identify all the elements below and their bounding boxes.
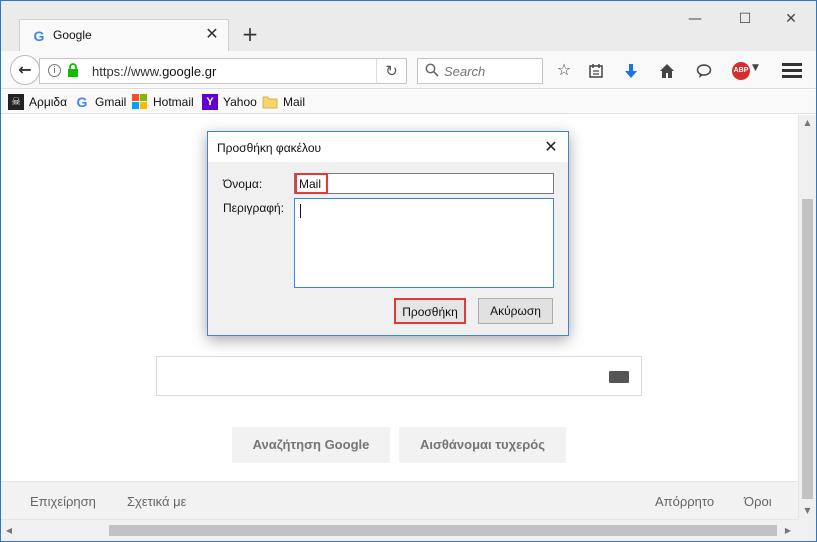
vertical-scroll-thumb[interactable] <box>802 199 813 499</box>
scroll-up-icon[interactable]: ▲ <box>799 115 816 131</box>
folder-icon <box>262 94 278 110</box>
browser-window: G Google ✕ + — ☐ ✕ i https://www.google.… <box>0 0 817 542</box>
scroll-right-icon[interactable]: ▶ <box>780 523 796 539</box>
name-label: Όνομα: <box>223 177 263 191</box>
keyboard-icon[interactable] <box>609 371 629 383</box>
adblock-dropdown-icon[interactable]: ▼ <box>752 63 759 73</box>
pirate-flag-icon: ☠ <box>8 94 24 110</box>
reload-icon[interactable]: ↻ <box>376 59 406 83</box>
hamburger-menu-icon[interactable] <box>782 61 802 79</box>
url-bar[interactable]: i https://www.google.gr ↻ <box>39 58 407 84</box>
feeling-lucky-button[interactable]: Αισθάνομαι τυχερός <box>399 427 566 463</box>
add-button[interactable]: Προσθήκη <box>394 298 466 324</box>
search-bar[interactable] <box>417 58 543 84</box>
vertical-scrollbar[interactable]: ▲ ▼ <box>798 115 816 519</box>
chat-bubble-icon[interactable] <box>693 60 715 82</box>
reading-list-icon[interactable] <box>585 60 607 82</box>
scrollbar-corner <box>798 519 816 541</box>
footer-link-about[interactable]: Σχετικά με <box>127 494 186 509</box>
home-icon[interactable] <box>656 60 678 82</box>
search-input[interactable] <box>444 62 538 80</box>
footer-link-business[interactable]: Επιχείρηση <box>30 494 96 509</box>
description-textarea[interactable] <box>294 198 554 288</box>
text-caret <box>300 204 301 218</box>
page-footer: Επιχείρηση Σχετικά με Απόρρητο Όροι <box>1 481 798 519</box>
horizontal-scroll-thumb[interactable] <box>109 525 777 536</box>
tab-google[interactable]: G Google ✕ <box>19 19 229 51</box>
bookmarks-bar: ☠ Αρμιδα G Gmail Hotmail Y Yahoo Mail <box>1 90 816 114</box>
description-label: Περιγραφή: <box>223 201 285 215</box>
tab-strip: G Google ✕ + — ☐ ✕ <box>1 1 816 51</box>
folder-name-input[interactable] <box>294 173 554 194</box>
bookmark-star-icon[interactable]: ☆ <box>553 60 575 82</box>
dialog-title: Προσθήκη φακέλου <box>217 141 322 155</box>
google-search-box[interactable] <box>156 356 642 396</box>
navigation-bar: i https://www.google.gr ↻ ← ☆ <box>1 51 816 89</box>
horizontal-scrollbar[interactable]: ◀ ▶ <box>1 519 798 541</box>
bookmark-armida[interactable]: ☠ Αρμιδα <box>8 94 67 110</box>
dialog-titlebar: Προσθήκη φακέλου ✕ <box>208 132 568 162</box>
tab-title: Google <box>53 28 92 42</box>
footer-link-terms[interactable]: Όροι <box>744 494 772 509</box>
footer-link-privacy[interactable]: Απόρρητο <box>655 494 714 509</box>
add-folder-dialog: Προσθήκη φακέλου ✕ Όνομα: Περιγραφή: Προ… <box>207 131 569 336</box>
download-icon[interactable] <box>620 60 642 82</box>
back-button[interactable]: ← <box>10 55 40 85</box>
bookmark-mail-folder[interactable]: Mail <box>262 94 305 110</box>
bookmark-hotmail[interactable]: Hotmail <box>132 94 194 110</box>
tab-close-icon[interactable]: ✕ <box>204 26 220 42</box>
cancel-button[interactable]: Ακύρωση <box>478 298 553 324</box>
dialog-close-icon[interactable]: ✕ <box>542 138 560 156</box>
google-search-button[interactable]: Αναζήτηση Google <box>232 427 390 463</box>
url-text[interactable]: https://www.google.gr <box>92 64 216 79</box>
search-icon <box>425 63 439 77</box>
lock-icon <box>68 63 78 77</box>
maximize-button[interactable]: ☐ <box>731 7 759 31</box>
window-close-button[interactable]: ✕ <box>777 7 805 31</box>
bookmark-yahoo[interactable]: Y Yahoo <box>202 94 257 110</box>
yahoo-y-icon: Y <box>202 94 218 110</box>
google-g-icon: G <box>76 94 88 110</box>
google-favicon-icon: G <box>33 28 45 44</box>
new-tab-button[interactable]: + <box>240 24 260 44</box>
scroll-left-icon[interactable]: ◀ <box>1 523 17 539</box>
bookmark-gmail[interactable]: G Gmail <box>74 94 127 110</box>
scroll-down-icon[interactable]: ▼ <box>799 503 816 519</box>
info-icon[interactable]: i <box>48 64 61 77</box>
adblock-plus-icon[interactable]: ABP <box>732 62 750 80</box>
windows-logo-icon <box>132 94 148 110</box>
minimize-button[interactable]: — <box>681 7 709 31</box>
